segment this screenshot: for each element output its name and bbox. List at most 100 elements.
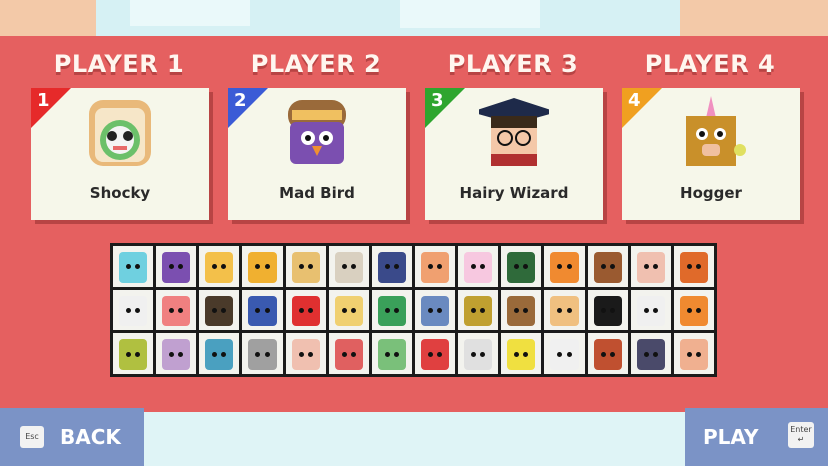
character-eye xyxy=(126,264,132,270)
character-eye xyxy=(437,351,443,357)
character-face-icon xyxy=(507,252,536,283)
player-2-card[interactable]: 2 Mad Bird xyxy=(228,88,406,220)
character-eye xyxy=(514,351,520,357)
character-eye xyxy=(350,264,356,270)
character-slot[interactable] xyxy=(544,333,585,374)
character-eye xyxy=(686,307,692,313)
character-slot[interactable] xyxy=(199,246,240,287)
character-eye xyxy=(523,307,529,313)
character-slot[interactable] xyxy=(285,289,326,331)
play-button[interactable]: PLAY Enter ↵ xyxy=(685,408,828,466)
character-face-icon xyxy=(636,252,665,283)
character-slot[interactable] xyxy=(414,246,456,287)
character-slot[interactable] xyxy=(113,289,154,331)
character-slot[interactable] xyxy=(587,246,628,287)
character-slot[interactable] xyxy=(630,246,671,287)
character-eye xyxy=(178,307,184,313)
character-eye xyxy=(307,307,313,313)
player-4-header: PLAYER 4 xyxy=(644,50,776,78)
character-eye xyxy=(643,307,649,313)
character-eye xyxy=(523,264,529,270)
character-slot[interactable] xyxy=(328,246,369,287)
character-slot[interactable] xyxy=(285,246,326,287)
character-eye xyxy=(178,264,184,270)
character-slot[interactable] xyxy=(630,333,671,374)
character-slot[interactable] xyxy=(199,333,240,374)
character-slot[interactable] xyxy=(242,246,283,287)
character-slot[interactable] xyxy=(587,333,628,374)
character-eye xyxy=(135,307,141,313)
player-1-name: Shocky xyxy=(89,184,151,202)
player-3-header: PLAYER 3 xyxy=(447,50,579,78)
character-eye xyxy=(609,307,615,313)
character-slot[interactable] xyxy=(156,333,197,374)
toast-cat-portrait xyxy=(89,100,151,166)
character-slot[interactable] xyxy=(501,333,542,374)
character-grid xyxy=(110,243,717,377)
character-slot[interactable] xyxy=(156,289,197,331)
character-face-icon xyxy=(593,252,622,283)
character-slot[interactable] xyxy=(673,333,714,374)
character-eye xyxy=(437,307,443,313)
character-slot[interactable] xyxy=(371,333,412,374)
character-eye xyxy=(221,264,227,270)
character-face-icon xyxy=(291,295,320,327)
character-slot[interactable] xyxy=(113,333,154,374)
character-eye xyxy=(178,351,184,357)
character-slot[interactable] xyxy=(458,289,499,331)
character-slot[interactable] xyxy=(328,333,369,374)
character-face-icon xyxy=(679,339,708,370)
character-slot[interactable] xyxy=(587,289,628,331)
character-slot[interactable] xyxy=(371,246,412,287)
character-slot[interactable] xyxy=(242,333,283,374)
character-slot[interactable] xyxy=(544,246,585,287)
character-eye xyxy=(652,264,658,270)
character-eye xyxy=(135,264,141,270)
character-slot[interactable] xyxy=(242,289,283,331)
character-slot[interactable] xyxy=(458,246,499,287)
character-slot[interactable] xyxy=(199,289,240,331)
character-face-icon xyxy=(679,295,708,327)
character-face-icon xyxy=(679,252,708,283)
character-eye xyxy=(212,351,218,357)
character-eye xyxy=(480,307,486,313)
character-slot[interactable] xyxy=(544,289,585,331)
player-4-card[interactable]: 4 Hogger xyxy=(622,88,800,220)
player-1-card[interactable]: 1 Shocky xyxy=(31,88,209,220)
back-button[interactable]: Esc BACK xyxy=(0,408,144,466)
character-slot[interactable] xyxy=(414,289,456,331)
character-eye xyxy=(686,264,692,270)
player-3-card[interactable]: 3 Hairy Wizard xyxy=(425,88,603,220)
character-slot[interactable] xyxy=(113,246,154,287)
player-1-header: PLAYER 1 xyxy=(53,50,185,78)
character-eye xyxy=(384,307,390,313)
character-eye xyxy=(643,351,649,357)
character-slot[interactable] xyxy=(501,289,542,331)
character-slot[interactable] xyxy=(501,246,542,287)
player-4-number: 4 xyxy=(628,90,641,111)
character-eye xyxy=(695,307,701,313)
character-face-icon xyxy=(205,339,234,370)
character-eye xyxy=(437,264,443,270)
character-slot[interactable] xyxy=(673,246,714,287)
character-slot[interactable] xyxy=(156,246,197,287)
character-eye xyxy=(393,351,399,357)
character-slot[interactable] xyxy=(458,333,499,374)
character-slot[interactable] xyxy=(328,289,369,331)
character-eye xyxy=(609,351,615,357)
character-eye xyxy=(393,264,399,270)
character-slot[interactable] xyxy=(630,289,671,331)
character-eye xyxy=(298,307,304,313)
character-slot[interactable] xyxy=(673,289,714,331)
character-eye xyxy=(428,264,434,270)
player-2-number: 2 xyxy=(234,90,247,111)
player-2-name: Mad Bird xyxy=(279,184,355,202)
character-eye xyxy=(557,307,563,313)
character-eye xyxy=(695,351,701,357)
character-slot[interactable] xyxy=(371,289,412,331)
player-3-number: 3 xyxy=(431,90,444,111)
character-slot[interactable] xyxy=(285,333,326,374)
character-slot[interactable] xyxy=(414,333,456,374)
character-eye xyxy=(514,264,520,270)
character-eye xyxy=(350,351,356,357)
